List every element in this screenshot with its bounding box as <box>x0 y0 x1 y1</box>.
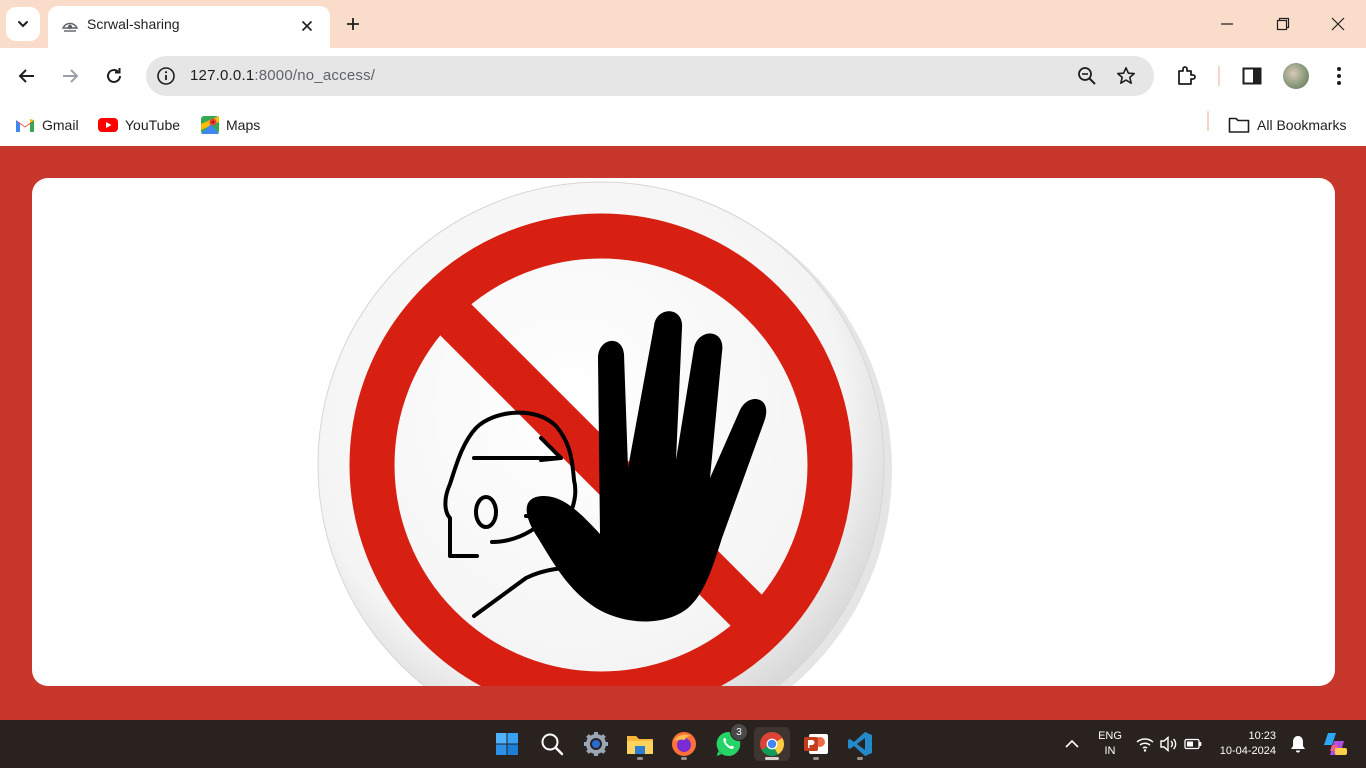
zoom-button[interactable] <box>1076 65 1098 87</box>
copilot-icon <box>1324 733 1347 755</box>
bell-icon <box>1291 736 1305 753</box>
tab-search-button[interactable] <box>6 7 40 41</box>
forward-button[interactable] <box>56 62 84 90</box>
no-access-sign-image <box>317 181 892 686</box>
url-host: 127.0.0.1 <box>190 67 255 84</box>
back-button[interactable] <box>13 62 41 90</box>
tab-active[interactable]: Scrwal-sharing <box>48 6 330 48</box>
kebab-menu-icon <box>1337 67 1341 85</box>
taskbar-firefox[interactable] <box>666 727 702 761</box>
firefox-icon <box>672 732 696 756</box>
maps-icon <box>201 116 219 134</box>
minimize-icon <box>1221 23 1233 25</box>
chrome-icon <box>760 732 784 757</box>
taskbar-file-explorer[interactable] <box>622 727 658 761</box>
url-text: 127.0.0.1:8000/no_access/ <box>190 67 375 84</box>
menu-button[interactable] <box>1327 64 1351 88</box>
address-bar[interactable]: 127.0.0.1:8000/no_access/ <box>146 56 1154 96</box>
notifications-button[interactable] <box>1288 734 1308 754</box>
settings-gear-icon <box>584 732 608 756</box>
restore-icon <box>1276 17 1290 31</box>
windows-taskbar: 3 ENG IN 10:23 10-04-2024 <box>0 720 1366 768</box>
clock[interactable]: 10:23 10-04-2024 <box>1214 729 1276 759</box>
language-indicator[interactable]: ENG IN <box>1094 729 1126 759</box>
info-icon <box>157 67 175 85</box>
arrow-right-icon <box>63 69 79 83</box>
windows-logo-icon <box>496 733 518 755</box>
folder-icon <box>627 736 653 754</box>
language-line1: ENG <box>1098 730 1122 742</box>
reload-button[interactable] <box>100 62 128 90</box>
bookmarks-bar: Gmail YouTube Maps All Bookmarks <box>0 104 1366 146</box>
tab-close-button[interactable] <box>298 17 316 35</box>
new-tab-button[interactable] <box>342 13 364 35</box>
puzzle-icon <box>1178 66 1196 85</box>
taskbar-vscode[interactable] <box>842 727 878 761</box>
quick-settings-button[interactable] <box>1136 734 1204 754</box>
vscode-icon <box>848 732 872 756</box>
battery-icon <box>1184 738 1202 750</box>
bookmark-label: Gmail <box>42 117 79 133</box>
close-window-button[interactable] <box>1318 8 1358 40</box>
notification-badge: 3 <box>730 723 748 741</box>
content-card <box>32 178 1335 686</box>
page-content <box>0 146 1366 720</box>
toolbar-divider <box>1218 66 1220 86</box>
running-indicator <box>637 757 643 760</box>
speaker-icon <box>1160 736 1177 752</box>
plus-icon <box>347 18 359 30</box>
youtube-icon <box>98 118 118 132</box>
taskbar-powerpoint[interactable] <box>798 727 834 761</box>
browser-toolbar: 127.0.0.1:8000/no_access/ <box>0 48 1366 104</box>
side-panel-icon <box>1242 67 1262 85</box>
bookmark-maps[interactable]: Maps <box>201 113 260 137</box>
bookmark-youtube[interactable]: YouTube <box>98 113 180 137</box>
reload-icon <box>107 68 121 83</box>
show-hidden-icons-button[interactable] <box>1062 734 1082 754</box>
running-indicator <box>813 757 819 760</box>
running-indicator <box>681 757 687 760</box>
bookmark-star-button[interactable] <box>1115 65 1137 87</box>
restore-button[interactable] <box>1263 8 1303 40</box>
bookmarks-divider <box>1207 111 1209 131</box>
taskbar-settings-app[interactable] <box>578 727 614 761</box>
bookmark-label: Maps <box>226 117 261 133</box>
close-icon <box>1331 17 1345 31</box>
taskbar-whatsapp[interactable]: 3 <box>710 723 748 761</box>
minimize-button[interactable] <box>1207 8 1247 40</box>
clock-time: 10:23 <box>1248 730 1276 742</box>
taskbar-chrome[interactable] <box>754 727 790 761</box>
chevron-down-icon <box>18 21 28 28</box>
search-icon <box>541 733 564 756</box>
wifi-icon <box>1136 738 1154 752</box>
running-indicator <box>857 757 863 760</box>
powerpoint-icon <box>804 734 828 754</box>
side-panel-button[interactable] <box>1240 64 1264 88</box>
chevron-up-icon <box>1065 739 1079 748</box>
active-indicator <box>765 757 779 760</box>
extensions-button[interactable] <box>1175 64 1199 88</box>
tab-title: Scrwal-sharing <box>87 16 180 32</box>
arrow-left-icon <box>18 69 34 83</box>
bookmark-gmail[interactable]: Gmail <box>15 113 79 137</box>
folder-icon <box>1228 117 1250 133</box>
close-icon <box>301 20 313 32</box>
profile-avatar[interactable] <box>1283 63 1309 89</box>
url-path: :8000/no_access/ <box>254 67 376 84</box>
taskbar-search-button[interactable] <box>534 727 570 761</box>
language-line2: IN <box>1104 745 1116 757</box>
copilot-button[interactable] <box>1320 731 1348 757</box>
eye-icon <box>62 22 78 32</box>
clock-date: 10-04-2024 <box>1219 745 1276 757</box>
all-bookmarks-label: All Bookmarks <box>1257 117 1347 133</box>
gmail-icon <box>16 119 34 132</box>
all-bookmarks-button[interactable]: All Bookmarks <box>1228 113 1346 137</box>
windows-start-button[interactable] <box>489 727 525 761</box>
zoom-out-icon <box>1078 67 1096 85</box>
bookmark-label: YouTube <box>125 117 181 133</box>
tab-strip: Scrwal-sharing <box>0 0 1366 48</box>
star-icon <box>1117 67 1135 84</box>
